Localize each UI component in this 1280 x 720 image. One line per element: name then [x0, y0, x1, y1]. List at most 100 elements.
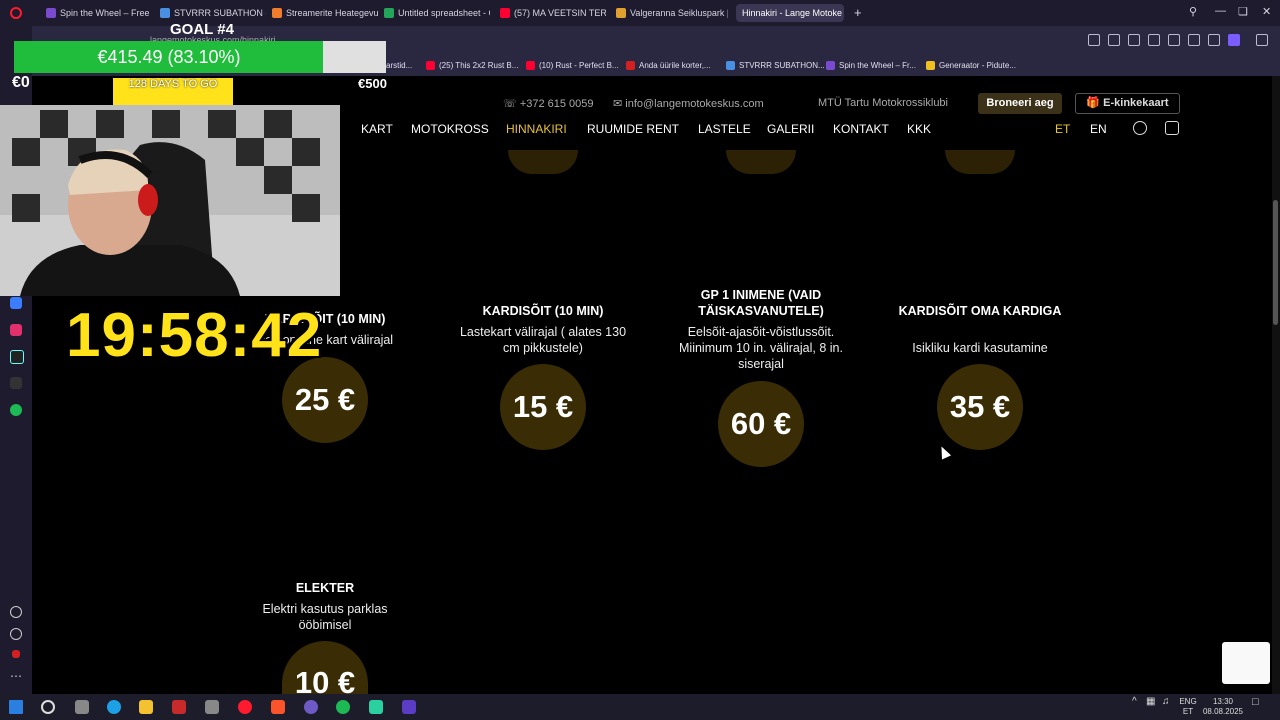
bookmark-item[interactable]: Generaator - Pidute...: [926, 61, 1016, 70]
goal-progress-bar: €415.49 (83.10%): [14, 41, 386, 73]
tab-spin-wheel[interactable]: Spin the Wheel – Free an: [46, 4, 152, 22]
instagram-icon[interactable]: [10, 324, 22, 336]
tiktok-icon[interactable]: [10, 350, 24, 364]
days-to-go: 128 DAYS TO GO: [128, 78, 218, 90]
messenger-icon[interactable]: [10, 297, 22, 309]
tab-youtube[interactable]: (57) MA VEETSIN TERVE Ö: [500, 4, 606, 22]
tray-chevron-icon[interactable]: ^: [1132, 697, 1137, 707]
tab-favicon-icon: [384, 8, 394, 18]
card-desc: Lastekart välirajal ( alates 130 cm pikk…: [459, 325, 627, 355]
minimize-button[interactable]: —: [1215, 5, 1226, 17]
tab-spreadsheet[interactable]: Untitled spreadsheet - Go: [384, 4, 490, 22]
youtube-icon: [426, 61, 435, 70]
nav-kontakt[interactable]: KONTAKT: [833, 122, 889, 136]
recording-icon[interactable]: [12, 650, 20, 658]
lang-et[interactable]: ET: [1055, 122, 1070, 136]
nav-ruumide-rent[interactable]: RUUMIDE RENT: [587, 122, 679, 136]
snapshot-icon[interactable]: [1088, 34, 1100, 46]
youtube-icon: [526, 61, 535, 70]
tab-valgeranna[interactable]: Valgeranna Seikluspark | A: [616, 4, 728, 22]
new-tab-button[interactable]: +: [854, 5, 862, 20]
heart-icon[interactable]: [1168, 34, 1180, 46]
nav-kart[interactable]: KART: [361, 122, 393, 136]
app-icon[interactable]: [75, 700, 89, 714]
goal-amount: €415.49 (83.10%): [97, 47, 241, 67]
clock[interactable]: 13:30 08.08.2025: [1200, 697, 1246, 717]
tab-hinnakiri-active[interactable]: Hinnakiri - Lange Motoke: [736, 4, 844, 22]
nav-motokross[interactable]: MOTOKROSS: [411, 122, 489, 136]
bookmark-item[interactable]: Anda üürile korter,...: [626, 61, 711, 70]
price-circle: 15 €: [500, 364, 586, 450]
instagram-icon[interactable]: [1165, 121, 1179, 135]
card-desc: Elektri kasutus parklas ööbimisel: [262, 602, 388, 632]
extensions-icon[interactable]: [1256, 34, 1268, 46]
network-icon[interactable]: ▦: [1146, 697, 1155, 707]
goal-title: GOAL #4: [170, 21, 234, 38]
spotify-icon[interactable]: [10, 404, 22, 416]
recaptcha-badge[interactable]: [1222, 642, 1270, 684]
card-title: ELEKTER: [295, 581, 355, 595]
webcam-feed: [0, 105, 340, 296]
app-icon[interactable]: [172, 700, 186, 714]
bookmark-item[interactable]: Spin the Wheel – Fr...: [826, 61, 916, 70]
heart-icon[interactable]: [10, 606, 22, 618]
app-icon[interactable]: [304, 700, 318, 714]
lang-en[interactable]: EN: [1090, 122, 1107, 136]
x-icon[interactable]: [10, 377, 22, 389]
brave-icon[interactable]: [271, 700, 285, 714]
bookmark-item[interactable]: arstid...: [386, 61, 412, 70]
shield-icon[interactable]: [1128, 34, 1140, 46]
email-contact[interactable]: ✉ info@langemotokeskus.com: [613, 97, 764, 110]
nav-galerii[interactable]: GALERII: [767, 122, 814, 136]
more-icon[interactable]: ⋯: [10, 670, 22, 682]
wheel-icon: [826, 61, 835, 70]
goal-max: €500: [358, 76, 387, 91]
app-icon[interactable]: [369, 700, 383, 714]
card-desc: Eelsõit-ajasõit-võistlussõit. Miinimum 1…: [679, 325, 843, 371]
opera-logo-icon[interactable]: [10, 7, 22, 19]
play-icon[interactable]: [1148, 34, 1160, 46]
bookmark-item[interactable]: (25) This 2x2 Rust B...: [426, 61, 518, 70]
bookmark-item[interactable]: STVRRR SUBATHON...: [726, 61, 825, 70]
edge-icon[interactable]: [107, 700, 121, 714]
goal-min: €0: [12, 74, 30, 91]
app-icon[interactable]: [402, 700, 416, 714]
facebook-icon[interactable]: [1133, 121, 1147, 135]
bookmark-item[interactable]: (10) Rust - Perfect B...: [526, 61, 619, 70]
opera-icon[interactable]: [238, 700, 252, 714]
doc-icon: [726, 61, 735, 70]
card-title: KARDISÕIT OMA KARDIGA: [898, 304, 1062, 318]
start-windows-icon[interactable]: [9, 700, 23, 714]
tab-favicon-icon: [500, 8, 510, 18]
volume-icon[interactable]: ♫: [1162, 697, 1170, 707]
gift-card-button[interactable]: 🎁 E-kinkekaart: [1075, 93, 1180, 114]
scrollbar[interactable]: [1272, 76, 1280, 694]
tab-streamerite[interactable]: Streamerite Heategevusm: [272, 4, 378, 22]
nav-lastele[interactable]: LASTELE: [698, 122, 751, 136]
camera-icon[interactable]: [1108, 34, 1120, 46]
spotify-icon[interactable]: [336, 700, 350, 714]
download-icon[interactable]: [1188, 34, 1200, 46]
menu-icon[interactable]: [1208, 34, 1220, 46]
phone-contact[interactable]: ☏ +372 615 0059: [503, 97, 594, 110]
book-time-button[interactable]: Broneeri aeg: [978, 93, 1062, 114]
maximize-button[interactable]: ❏: [1238, 5, 1248, 18]
price-circle: 35 €: [937, 364, 1023, 450]
club-link[interactable]: MTÜ Tartu Motokrossiklubi: [818, 97, 948, 109]
tab-favicon-icon: [616, 8, 626, 18]
history-icon[interactable]: [10, 628, 22, 640]
file-explorer-icon[interactable]: [139, 700, 153, 714]
profile-icon[interactable]: [1228, 34, 1240, 46]
tab-subathon[interactable]: STVRRR SUBATHON - Go: [160, 4, 266, 22]
language-indicator[interactable]: ENG ET: [1178, 697, 1198, 717]
webcam-image: [0, 105, 340, 296]
nav-kkk[interactable]: KKK: [907, 122, 931, 136]
search-tabs-icon[interactable]: ⚲: [1189, 5, 1197, 18]
app-icon[interactable]: [205, 700, 219, 714]
close-button[interactable]: ✕: [1262, 5, 1271, 18]
nav-hinnakiri[interactable]: HINNAKIRI: [506, 122, 567, 136]
notifications-icon[interactable]: □: [1252, 697, 1259, 708]
card-desc: Isikliku kardi kasutamine: [912, 341, 1048, 355]
search-icon[interactable]: [41, 700, 55, 714]
scrollbar-thumb[interactable]: [1273, 200, 1278, 325]
